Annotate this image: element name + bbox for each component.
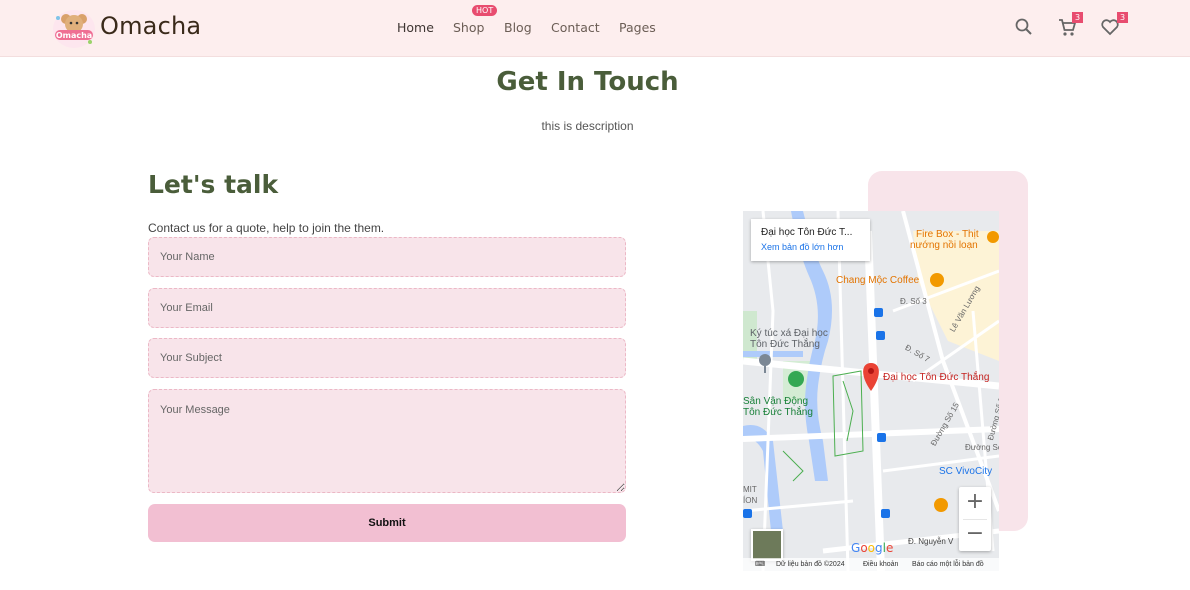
message-field[interactable] — [148, 389, 626, 493]
map-terms-link[interactable]: Điều khoản — [863, 558, 898, 571]
map-label-mit: MIT — [743, 485, 757, 494]
map-label-tdt-university: Đại học Tôn Đức Thắng — [883, 372, 990, 383]
map-label-firebox-2: nướng nồi loạn — [910, 240, 978, 251]
submit-button[interactable]: Submit — [148, 504, 626, 542]
map-footer: ⌨ Dữ liệu bản đồ ©2024 Điều khoản Báo cá… — [743, 558, 999, 571]
page-description: this is description — [541, 119, 634, 133]
cart-count-badge: 3 — [1072, 12, 1083, 23]
nav-home[interactable]: Home — [397, 20, 434, 35]
map-label-d-so-3: Đ. Số 3 — [900, 297, 927, 306]
map-label-nguyen-v: Đ. Nguyễn V — [908, 537, 954, 546]
map-label-stadium-2: Tôn Đức Thắng — [743, 407, 813, 418]
form-intro: Contact us for a quote, help to join the… — [148, 221, 385, 235]
email-field[interactable] — [148, 288, 626, 328]
search-icon[interactable] — [1013, 16, 1035, 38]
zoom-in-button[interactable]: + — [959, 487, 991, 519]
map-label-chang-moc: Chang Mộc Coffee — [836, 275, 920, 286]
embedded-map[interactable]: Fire Box - Thịt nướng nồi loạn Chang Mộc… — [743, 211, 999, 571]
page-title: Get In Touch — [496, 67, 679, 97]
subject-field[interactable] — [148, 338, 626, 378]
map-report-link[interactable]: Báo cáo một lỗi bản đồ — [912, 558, 984, 571]
map-label-ktx: Ký túc xá Đại học — [750, 328, 828, 339]
nav-contact[interactable]: Contact — [551, 20, 600, 35]
wishlist-count-badge: 3 — [1117, 12, 1128, 23]
larger-map-link[interactable]: Xem bản đồ lớn hơn — [761, 242, 860, 252]
keyboard-icon[interactable]: ⌨ — [755, 558, 765, 571]
satellite-layer-button[interactable] — [751, 529, 783, 561]
map-data-credit: Dữ liệu bản đồ ©2024 — [776, 561, 845, 568]
nav-pages[interactable]: Pages — [619, 20, 656, 35]
map-place-title: Đại học Tôn Đức T... — [761, 227, 853, 238]
map-label-firebox: Fire Box - Thịt — [916, 229, 979, 240]
map-label-duong-so: Đường Sơ — [965, 443, 999, 452]
map-label-stadium: Sân Vận Động — [743, 396, 809, 407]
map-label-sc-vivocity: SC VivoCity — [939, 466, 993, 477]
nav-blog[interactable]: Blog — [504, 20, 532, 35]
main-nav: Home Shop Blog Contact Pages — [0, 20, 1190, 40]
map-label-ktx-2: Tôn Đức Thắng — [750, 339, 820, 350]
map-label-ion: ÍON — [743, 496, 758, 505]
google-logo: Google — [851, 541, 894, 555]
name-field[interactable] — [148, 237, 626, 277]
zoom-divider — [963, 519, 987, 520]
header: Omacha Omacha Home Shop Blog Contact Pag… — [0, 0, 1190, 57]
nav-shop[interactable]: Shop — [453, 20, 484, 35]
map-place-card: Đại học Tôn Đức T... Xem bản đồ lớn hơn — [751, 219, 870, 261]
hot-badge: HOT — [472, 5, 498, 16]
map-zoom-control: + − — [959, 487, 991, 551]
form-heading: Let's talk — [148, 170, 279, 199]
zoom-out-button[interactable]: − — [959, 519, 991, 551]
